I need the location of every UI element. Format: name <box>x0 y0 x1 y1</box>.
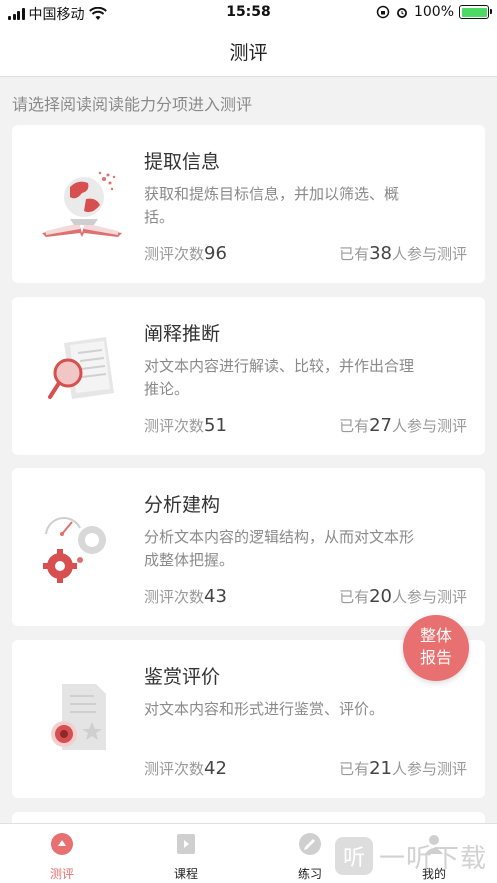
rotation-lock-icon <box>376 5 390 19</box>
skill-title: 分析建构 <box>144 494 221 516</box>
skill-description: 对文本内容进行解读、比较，并作出合理推论。 <box>144 357 415 398</box>
skill-title: 鉴赏评价 <box>144 666 221 688</box>
status-bar: 中国移动 15:58 100% <box>0 0 497 26</box>
tab-practice[interactable]: 练习 <box>280 832 340 882</box>
watermark-logo-icon: 听 <box>335 837 373 875</box>
participant-count: 已有27人参与测评 <box>339 415 467 436</box>
skill-description: 对文本内容和形式进行鉴赏、评价。 <box>144 700 385 718</box>
status-right: 100% <box>376 4 492 20</box>
overall-report-button[interactable]: 整体 报告 <box>403 615 469 681</box>
skill-title: 提取信息 <box>144 151 221 173</box>
battery-percent: 100% <box>413 4 454 20</box>
nav-bar: 测评 <box>0 26 497 77</box>
tab-course[interactable]: 课程 <box>156 832 216 882</box>
section-hint: 请选择阅读阅读能力分项进入测评 <box>12 95 253 114</box>
participant-count: 已有38人参与测评 <box>339 243 467 264</box>
tab-label: 练习 <box>297 867 322 881</box>
skill-description: 获取和提炼目标信息，并加以筛选、概括。 <box>144 185 400 226</box>
participant-count: 已有20人参与测评 <box>339 586 467 607</box>
assessment-count: 测评次数42 <box>144 758 227 779</box>
battery-icon <box>459 5 492 19</box>
skill-description: 分析文本内容的逻辑结构，从而对文本形成整体把握。 <box>144 528 415 569</box>
page-title: 测评 <box>229 42 268 64</box>
globe-book-icon <box>42 171 122 237</box>
course-icon <box>177 834 195 854</box>
assessment-count: 测评次数51 <box>144 415 227 436</box>
skill-card-interpret[interactable]: 阐释推断 对文本内容进行解读、比较，并作出合理推论。 测评次数51 已有27人参… <box>12 297 485 455</box>
magnifier-document-icon <box>48 337 114 399</box>
practice-icon <box>299 833 321 855</box>
watermark-text: 一听下载 <box>379 843 488 874</box>
participant-count: 已有21人参与测评 <box>339 758 467 779</box>
alarm-icon <box>396 8 407 18</box>
gears-icon <box>43 517 106 583</box>
eye-document-icon <box>51 684 106 750</box>
skill-card-analyze[interactable]: 分析建构 分析文本内容的逻辑结构，从而对文本形成整体把握。 测评次数43 已有2… <box>12 468 485 626</box>
skill-title: 阐释推断 <box>144 323 221 345</box>
tab-label: 课程 <box>173 867 198 881</box>
report-button-line2: 报告 <box>419 648 452 667</box>
assessment-count: 测评次数96 <box>144 243 227 264</box>
assessment-icon <box>51 833 73 855</box>
report-button-line1: 整体 <box>419 626 452 645</box>
assessment-count: 测评次数43 <box>144 586 227 607</box>
skill-card-extract[interactable]: 提取信息 获取和提炼目标信息，并加以筛选、概括。 测评次数96 已有38人参与测… <box>12 125 485 283</box>
tab-assessment[interactable]: 测评 <box>32 832 92 882</box>
tab-label: 测评 <box>49 867 74 881</box>
watermark: 听 一听下载 <box>335 832 495 880</box>
